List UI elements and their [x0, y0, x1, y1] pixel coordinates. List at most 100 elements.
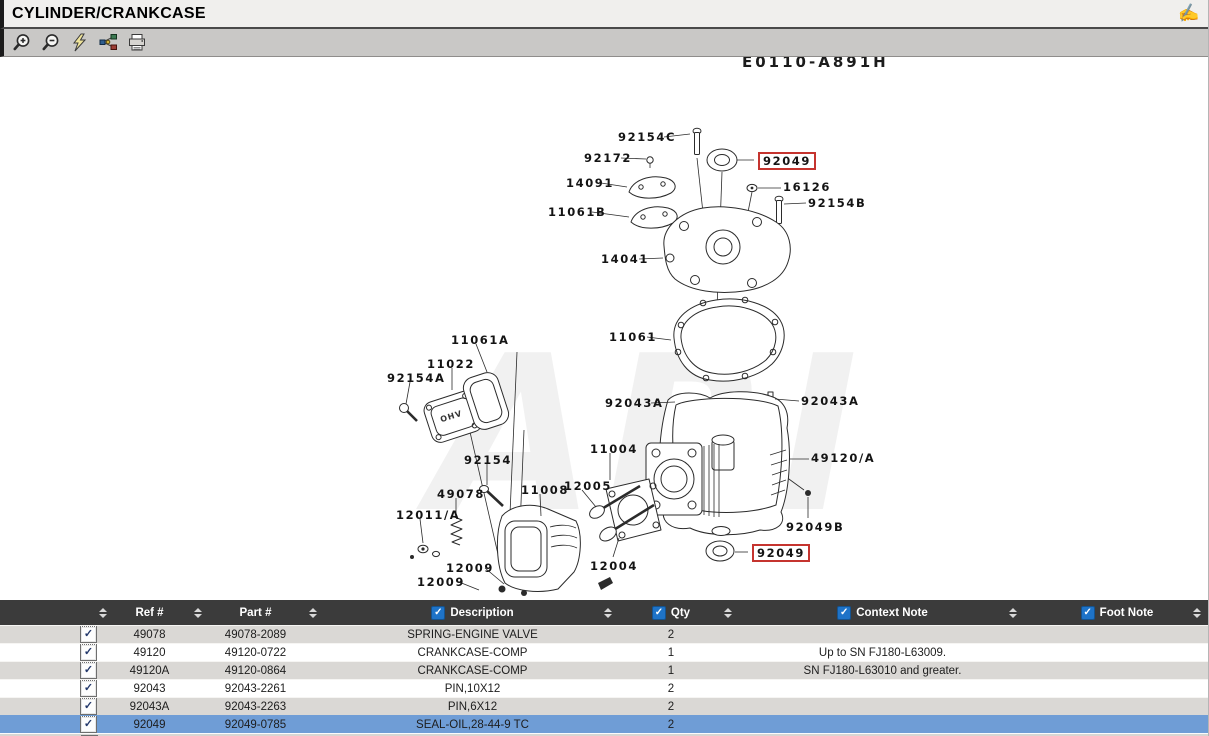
hotspot-map-icon: [99, 33, 118, 52]
cell-foot: [1025, 626, 1209, 643]
column-header-part-[interactable]: Part #: [210, 600, 325, 625]
hotspot-label-11061A[interactable]: 11061A: [451, 333, 510, 347]
part-screw-92172: [647, 157, 653, 168]
cell-context: [740, 680, 1025, 697]
hotspot-label-12005[interactable]: 12005: [564, 479, 612, 493]
cell-part: 92049-0785: [210, 716, 325, 733]
pick-list-check-icon[interactable]: ✓: [80, 626, 97, 643]
parts-table-body: ✓4907849078-2089SPRING-ENGINE VALVE2✓491…: [0, 625, 1209, 733]
table-row-49078[interactable]: ✓4907849078-2089SPRING-ENGINE VALVE2: [0, 625, 1209, 643]
column-checkbox-description[interactable]: ✓: [431, 606, 445, 620]
print-button[interactable]: [126, 32, 148, 54]
table-row-92043[interactable]: ✓9204392043-2261PIN,10X122: [0, 679, 1209, 697]
cell-part: 49120-0722: [210, 644, 325, 661]
zoom-out-button[interactable]: [39, 32, 61, 54]
row-select-cell[interactable]: ✓: [0, 662, 115, 679]
column-label: Part #: [240, 607, 272, 619]
pick-list-check-icon[interactable]: ✓: [80, 644, 97, 661]
part-seal-92049-bottom: [706, 541, 734, 561]
hotspot-map-button[interactable]: [97, 32, 119, 54]
part-plate-11061B: [631, 207, 677, 228]
hotspot-label-92154B[interactable]: 92154B: [808, 196, 866, 210]
row-select-cell[interactable]: ✓: [0, 698, 115, 715]
zoom-out-icon: [41, 33, 60, 52]
hotspot-label-11061[interactable]: 11061: [609, 330, 657, 344]
sort-arrows-icon[interactable]: [99, 608, 107, 618]
hotspot-label-92043A[interactable]: 92043A: [801, 394, 860, 408]
cell-ref: 49120A: [115, 662, 210, 679]
hotspot-label-12004[interactable]: 12004: [590, 559, 638, 573]
sort-arrows-icon[interactable]: [194, 608, 202, 618]
sort-arrows-icon[interactable]: [1193, 608, 1201, 618]
hotspot-label-49078[interactable]: 49078: [437, 487, 485, 501]
parts-table-header: Ref # Part # ✓Description✓Qty✓Context Note…: [0, 600, 1209, 625]
hotspot-flash-button[interactable]: [68, 32, 90, 54]
column-header-ref-[interactable]: Ref #: [115, 600, 210, 625]
column-header-qty[interactable]: ✓Qty: [620, 600, 740, 625]
zoom-in-icon: [12, 33, 31, 52]
hotspot-label-92154A[interactable]: 92154A: [387, 371, 446, 385]
hotspot-label-92049B[interactable]: 92049B: [786, 520, 844, 534]
zoom-in-button[interactable]: [10, 32, 32, 54]
hotspot-label-49120-A[interactable]: 49120/A: [811, 451, 875, 465]
hotspot-label-11008[interactable]: 11008: [521, 483, 569, 497]
cell-ref: 49120: [115, 644, 210, 661]
cell-context: [740, 626, 1025, 643]
cell-foot: [1025, 698, 1209, 715]
diagram-canvas[interactable]: ARI: [0, 57, 1209, 600]
cell-foot: [1025, 662, 1209, 679]
pick-list-check-icon[interactable]: ✓: [80, 680, 97, 697]
pick-list-check-icon[interactable]: ✓: [80, 698, 97, 715]
cell-qty: 2: [620, 716, 740, 733]
hotspot-label-12009[interactable]: 12009: [446, 561, 494, 575]
hotspot-label-92154C[interactable]: 92154C: [618, 130, 676, 144]
part-retainers-12011: [410, 545, 440, 559]
notes-icon[interactable]: ✍: [1177, 2, 1201, 25]
hotspot-label-92154[interactable]: 92154: [464, 453, 512, 467]
cell-desc: CRANKCASE-COMP: [325, 662, 620, 679]
hotspot-label-14041[interactable]: 14041: [601, 252, 649, 266]
sort-arrows-icon[interactable]: [724, 608, 732, 618]
column-checkbox-qty[interactable]: ✓: [652, 606, 666, 620]
diagram-code: E0110-A891H: [742, 57, 889, 71]
hotspot-label-selected-92049[interactable]: 92049: [752, 544, 810, 562]
sort-arrows-icon[interactable]: [309, 608, 317, 618]
column-header-foot-note[interactable]: ✓Foot Note: [1025, 600, 1209, 625]
hotspot-label-11022[interactable]: 11022: [427, 357, 475, 371]
hotspot-label-92172[interactable]: 92172: [584, 151, 632, 165]
column-checkbox-context-note[interactable]: ✓: [837, 606, 851, 620]
row-select-cell[interactable]: ✓: [0, 644, 115, 661]
table-row-92049[interactable]: ✓9204992049-0785SEAL-OIL,28-44-9 TC2: [0, 715, 1209, 733]
hotspot-label-14091[interactable]: 14091: [566, 176, 614, 190]
column-header-select[interactable]: [0, 600, 115, 625]
sort-arrows-icon[interactable]: [604, 608, 612, 618]
cell-context: [740, 698, 1025, 715]
hotspot-label-16126[interactable]: 16126: [783, 180, 831, 194]
table-row-49120A[interactable]: ✓49120A49120-0864CRANKCASE-COMP1SN FJ180…: [0, 661, 1209, 679]
hotspot-label-12011-A[interactable]: 12011/A: [396, 508, 460, 522]
table-row-49120[interactable]: ✓4912049120-0722CRANKCASE-COMP1Up to SN …: [0, 643, 1209, 661]
exploded-view-art: [0, 57, 1209, 600]
cell-qty: 1: [620, 662, 740, 679]
column-checkbox-foot-note[interactable]: ✓: [1081, 606, 1095, 620]
hotspot-label-92043A[interactable]: 92043A: [605, 396, 664, 410]
hotspot-label-12009[interactable]: 12009: [417, 575, 465, 589]
row-select-cell[interactable]: ✓: [0, 716, 115, 733]
title-bar: CYLINDER/CRANKCASE ✍: [0, 0, 1209, 29]
row-select-cell[interactable]: ✓: [0, 626, 115, 643]
hotspot-label-selected-92049[interactable]: 92049: [758, 152, 816, 170]
hotspot-label-11004[interactable]: 11004: [590, 442, 638, 456]
column-header-description[interactable]: ✓Description: [325, 600, 620, 625]
pick-list-check-icon[interactable]: ✓: [80, 662, 97, 679]
sort-arrows-icon[interactable]: [1009, 608, 1017, 618]
cell-desc: PIN,10X12: [325, 680, 620, 697]
hotspot-label-11061B[interactable]: 11061B: [548, 205, 606, 219]
column-header-context-note[interactable]: ✓Context Note: [740, 600, 1025, 625]
cell-ref: 92043: [115, 680, 210, 697]
cell-part: 49120-0864: [210, 662, 325, 679]
cell-foot: [1025, 644, 1209, 661]
table-row-92043A[interactable]: ✓92043A92043-2263PIN,6X122: [0, 697, 1209, 715]
pick-list-check-icon[interactable]: ✓: [80, 716, 97, 733]
part-seal-92049-top: [707, 149, 737, 171]
row-select-cell[interactable]: ✓: [0, 680, 115, 697]
